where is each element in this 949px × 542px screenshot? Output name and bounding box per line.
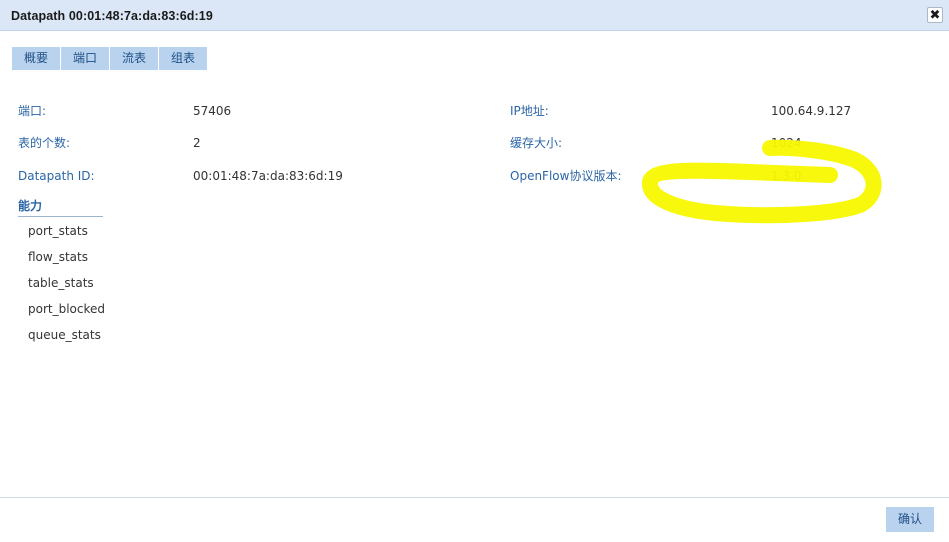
highlight-scribble bbox=[642, 139, 882, 224]
buffer-size-label: 缓存大小: bbox=[510, 136, 563, 150]
openflow-version-label: OpenFlow协议版本: bbox=[510, 169, 622, 183]
capability-item: table_stats bbox=[28, 276, 94, 290]
capabilities-list: port_stats flow_stats table_stats port_b… bbox=[28, 224, 105, 354]
ip-address-value: 100.64.9.127 bbox=[771, 104, 852, 118]
tab-ports[interactable]: 端口 bbox=[61, 47, 110, 70]
close-button[interactable]: ✖ bbox=[927, 7, 943, 23]
capability-item: port_blocked bbox=[28, 302, 106, 316]
datapath-id-value: 00:01:48:7a:da:83:6d:19 bbox=[193, 169, 343, 183]
table-count-value: 2 bbox=[193, 136, 201, 150]
highlight-annotation bbox=[642, 139, 882, 224]
port-label: 端口: bbox=[18, 104, 47, 118]
capability-item: queue_stats bbox=[28, 328, 101, 342]
table-count-label: 表的个数: bbox=[18, 136, 71, 150]
buffer-size-value: 1024 bbox=[771, 136, 802, 150]
port-value: 57406 bbox=[193, 104, 232, 118]
confirm-button[interactable]: 确认 bbox=[886, 507, 934, 532]
ip-address-label: IP地址: bbox=[510, 104, 549, 118]
openflow-version-value: 1.3.0 bbox=[771, 169, 802, 183]
tab-flow-tables[interactable]: 流表 bbox=[110, 47, 159, 70]
dialog-titlebar: Datapath 00:01:48:7a:da:83:6d:19 ✖ bbox=[0, 0, 949, 31]
datapath-id-label: Datapath ID: bbox=[18, 169, 95, 183]
capability-item: port_stats bbox=[28, 224, 88, 238]
dialog-title: Datapath 00:01:48:7a:da:83:6d:19 bbox=[11, 9, 213, 23]
tab-bar: 概要 端口 流表 组表 bbox=[12, 47, 208, 70]
footer-divider bbox=[0, 497, 949, 498]
tab-group-tables[interactable]: 组表 bbox=[159, 47, 208, 70]
capabilities-header: 能力 bbox=[18, 197, 103, 217]
capability-item: flow_stats bbox=[28, 250, 88, 264]
tab-overview[interactable]: 概要 bbox=[12, 47, 61, 70]
